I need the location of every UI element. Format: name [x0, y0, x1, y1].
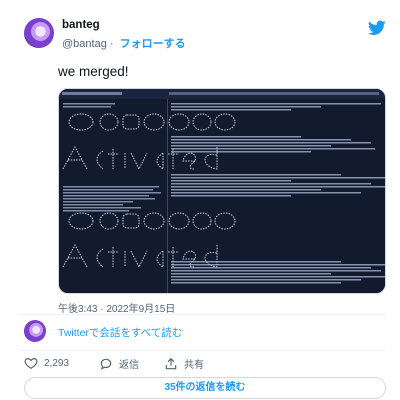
reply-button[interactable]: 返信 — [99, 356, 139, 371]
read-conversation-link[interactable]: Twitterで会話をすべて読む — [24, 320, 324, 346]
divider — [20, 314, 386, 315]
tweet-card: banteg @bantag · フォローする we merged! 午後3:4… — [0, 0, 400, 400]
thread-link-label[interactable]: Twitterで会話をすべて読む — [58, 325, 182, 340]
divider — [20, 350, 386, 351]
reply-label: 返信 — [119, 360, 139, 371]
reply-icon — [100, 358, 112, 370]
user-handle[interactable]: @bantag — [62, 38, 107, 50]
share-button[interactable]: 共有 — [164, 356, 204, 371]
twitter-bird-icon[interactable] — [368, 20, 386, 36]
avatar-small — [24, 320, 46, 342]
heart-icon — [24, 358, 38, 369]
tweet-header: banteg @bantag · フォローする — [24, 18, 390, 58]
separator: · — [109, 38, 114, 50]
tweet-timestamp[interactable]: 午後3:43 · 2022年9月15日 — [58, 300, 175, 315]
follow-button[interactable]: フォローする — [120, 38, 186, 50]
like-count: 2,293 — [44, 357, 70, 369]
share-icon — [165, 357, 177, 369]
terminal-screenshot-image — [59, 89, 385, 293]
user-name[interactable]: banteg — [62, 19, 100, 31]
handle-row: @bantag · フォローする — [62, 35, 186, 51]
read-replies-button[interactable]: 35件の返信を読む — [24, 377, 386, 399]
share-label: 共有 — [184, 360, 204, 371]
like-button[interactable]: 2,293 — [24, 356, 69, 370]
tweet-actions: 2,293 返信 共有 — [24, 356, 324, 372]
tweet-media-screenshot[interactable] — [58, 88, 386, 294]
avatar[interactable] — [24, 18, 54, 48]
tweet-text: we merged! — [58, 64, 129, 79]
